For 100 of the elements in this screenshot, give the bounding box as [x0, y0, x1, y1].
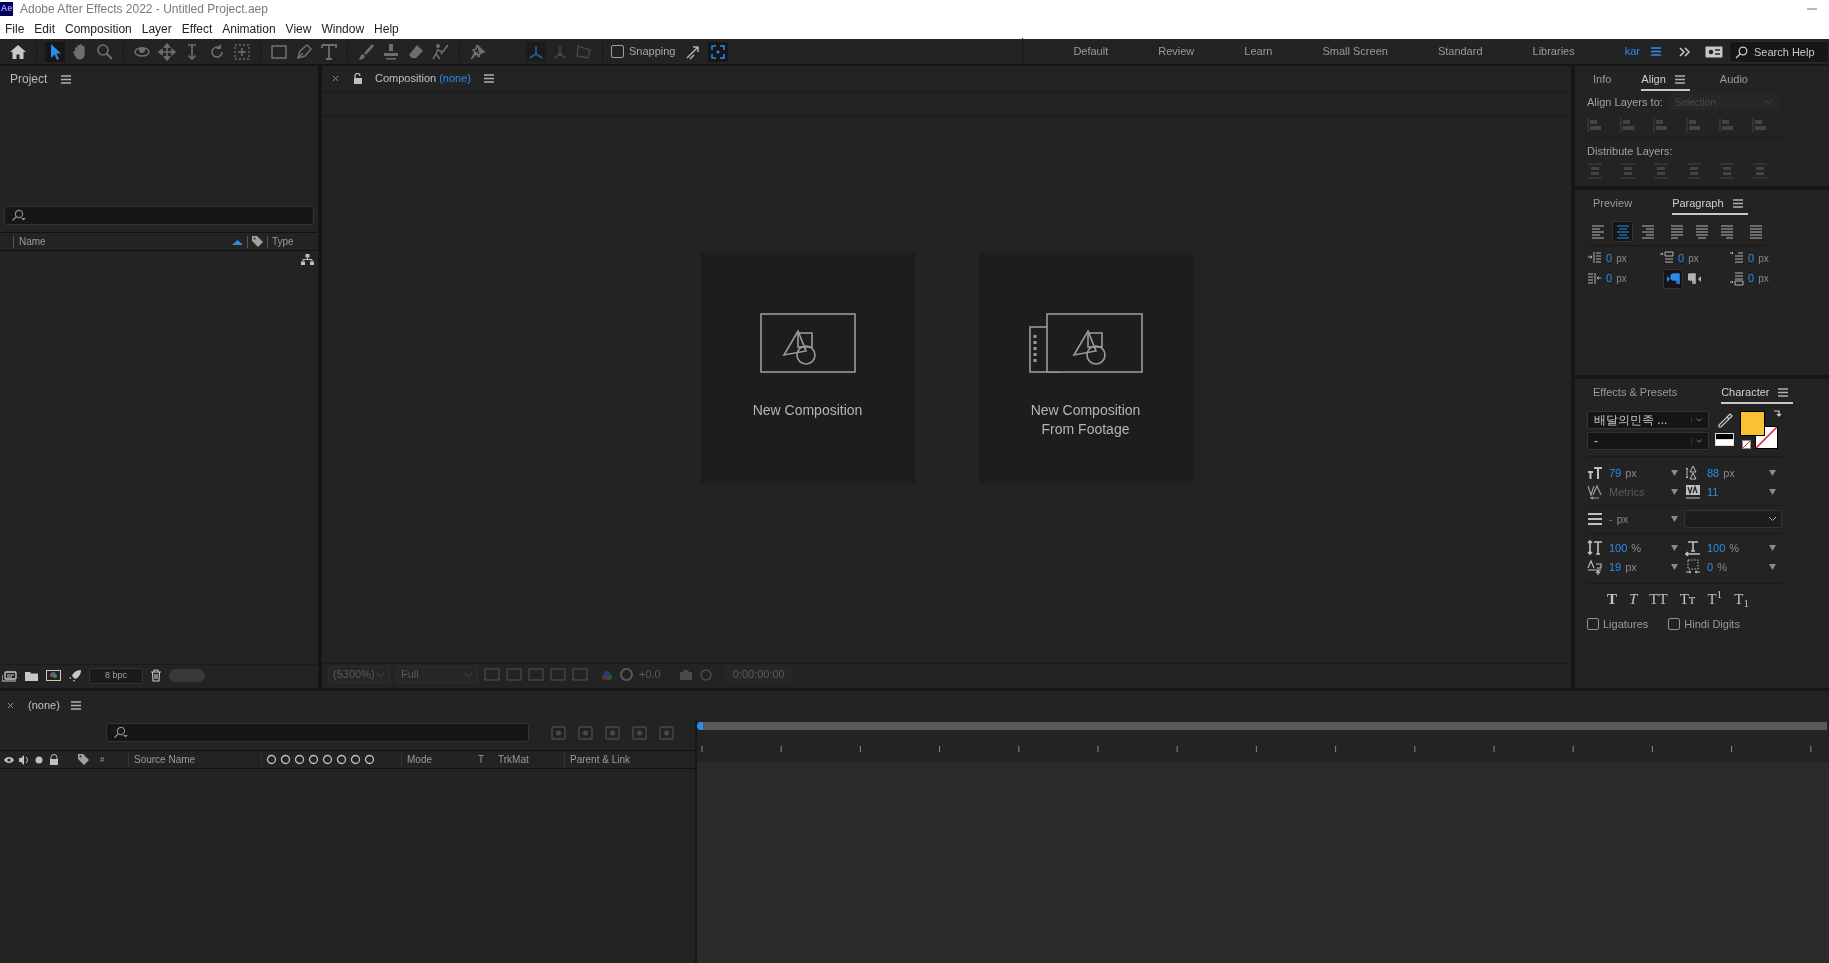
value-field[interactable]: 0	[1606, 250, 1613, 267]
snapping-checkbox[interactable]	[611, 45, 624, 58]
default-colors-icon[interactable]	[1715, 433, 1734, 446]
value-field[interactable]: 19 px	[1609, 558, 1665, 575]
snap-frame-icon[interactable]	[707, 41, 728, 62]
caret-icon[interactable]	[1769, 545, 1776, 552]
panel-tab[interactable]: Align	[1641, 66, 1690, 92]
panel-tab[interactable]: (none)	[28, 696, 60, 714]
font-style-dropdown[interactable]: -	[1587, 432, 1709, 450]
value-field[interactable]: 100 %	[1707, 540, 1763, 557]
stamp-icon[interactable]	[381, 41, 401, 62]
move-arrows-icon[interactable]	[157, 41, 177, 62]
rocket-icon[interactable]	[68, 668, 82, 683]
workspace-settings-icon[interactable]	[1705, 45, 1723, 58]
panel-tab[interactable]: Effects & Presets	[1593, 379, 1678, 405]
text-style-button[interactable]: T	[1605, 591, 1619, 607]
none-swatch-icon[interactable]	[1742, 440, 1751, 449]
sort-ascending-icon[interactable]	[232, 238, 243, 245]
caret-icon[interactable]	[1769, 563, 1776, 570]
new-composition-card[interactable]: New Composition	[700, 252, 915, 483]
menu-item[interactable]: Effect	[176, 19, 218, 38]
workspace-tab[interactable]: Libraries	[1532, 43, 1575, 60]
panel-tab[interactable]: Preview	[1593, 190, 1633, 216]
workspace-tab[interactable]: Learn	[1244, 43, 1273, 60]
playhead-handle[interactable]	[697, 722, 703, 730]
caret-icon[interactable]	[1671, 516, 1678, 522]
search-help-field[interactable]: Search Help	[1729, 40, 1829, 63]
axis-icon[interactable]	[526, 41, 546, 62]
menu-item[interactable]: Help	[369, 19, 404, 38]
menu-icon[interactable]	[1777, 386, 1790, 400]
value-field[interactable]: 0	[1748, 270, 1755, 287]
menu-icon[interactable]	[69, 698, 82, 712]
menu-item[interactable]: Edit	[29, 19, 61, 38]
exposure-icon[interactable]	[620, 668, 633, 681]
font-family-dropdown[interactable]: 배달의민족 ...	[1587, 411, 1709, 429]
column-header[interactable]: Mode	[401, 752, 478, 767]
workspace-tab[interactable]: Small Screen	[1322, 43, 1388, 60]
value-field[interactable]: 11	[1707, 483, 1763, 500]
trash-icon[interactable]	[150, 669, 162, 682]
caret-icon[interactable]	[1769, 470, 1776, 477]
value-field[interactable]: 0	[1748, 250, 1755, 267]
column-header[interactable]: TrkMat	[498, 752, 564, 767]
column-header[interactable]: T	[478, 752, 498, 767]
value-field[interactable]: 88 px	[1707, 465, 1763, 482]
panel-tab[interactable]: Paragraph	[1672, 190, 1748, 216]
value-field[interactable]: 0	[1606, 270, 1613, 287]
menu-item[interactable]: Composition	[60, 19, 137, 38]
caret-icon[interactable]	[1671, 545, 1678, 552]
label-tag-icon[interactable]	[251, 235, 264, 248]
checkbox[interactable]	[1587, 618, 1599, 631]
workspace-tab[interactable]: kar	[1624, 43, 1640, 60]
search-field[interactable]	[106, 723, 529, 742]
brush-icon[interactable]	[356, 41, 376, 62]
lock-icon[interactable]	[353, 73, 363, 84]
text-style-button[interactable]: T$_{1}$	[1732, 591, 1751, 607]
caret-icon[interactable]	[1671, 563, 1678, 570]
panel-tab[interactable]: Character	[1721, 379, 1794, 405]
eyedropper-icon[interactable]	[1716, 413, 1733, 429]
value-field[interactable]: 0 %	[1707, 558, 1763, 575]
swap-arrow-icon[interactable]	[1773, 408, 1782, 417]
anchor-point-icon[interactable]	[232, 41, 252, 62]
panel-tab[interactable]: Project	[10, 70, 48, 88]
pin-icon[interactable]	[468, 41, 488, 62]
menu-item[interactable]: View	[280, 19, 317, 38]
camera-icon[interactable]	[678, 668, 693, 681]
panel-tab[interactable]: Composition (none)	[375, 70, 471, 87]
pointer-icon[interactable]	[45, 41, 65, 62]
new-composition-card[interactable]: New Composition From Footage	[978, 252, 1193, 483]
lock-icon[interactable]	[48, 753, 60, 766]
panel-tab[interactable]: Info	[1593, 66, 1612, 92]
chevrons-icon[interactable]	[1678, 45, 1691, 58]
folder-icon[interactable]	[25, 670, 39, 681]
magnifier-icon[interactable]	[95, 41, 115, 62]
menu-icon[interactable]	[483, 72, 495, 85]
workspace-tab[interactable]: Review	[1158, 43, 1195, 60]
text-style-button[interactable]: TT	[1647, 591, 1670, 607]
menu-icon[interactable]	[1650, 45, 1662, 58]
column-header[interactable]: Type	[272, 234, 318, 249]
workspace-tab[interactable]: Standard	[1437, 43, 1483, 60]
column-header[interactable]: Name	[19, 234, 232, 249]
column-header[interactable]: Parent & Link	[564, 752, 695, 767]
column-header[interactable]: Source Name	[128, 752, 261, 767]
checkbox[interactable]	[1668, 618, 1681, 631]
channels-icon[interactable]	[600, 668, 614, 681]
menu-icon[interactable]	[1673, 73, 1686, 87]
align-text-button[interactable]	[1612, 221, 1633, 242]
value-field[interactable]: 79 px	[1609, 465, 1665, 482]
menu-icon[interactable]	[60, 72, 73, 86]
hierarchy-icon[interactable]	[301, 254, 314, 265]
value-field[interactable]: - px	[1609, 510, 1665, 528]
pen-icon[interactable]	[294, 41, 314, 62]
text-style-button[interactable]: T	[1627, 591, 1640, 607]
figure-brush-icon[interactable]	[431, 41, 451, 62]
workspace-tab[interactable]: Default	[1073, 43, 1109, 60]
search-field[interactable]	[4, 206, 314, 225]
menu-item[interactable]: Layer	[136, 19, 177, 38]
text-style-button[interactable]: T$^{1}$	[1705, 591, 1725, 607]
new-composition-icon[interactable]	[46, 670, 61, 681]
interpret-footage-icon[interactable]	[2, 669, 18, 682]
menu-item[interactable]: Window	[316, 19, 370, 38]
